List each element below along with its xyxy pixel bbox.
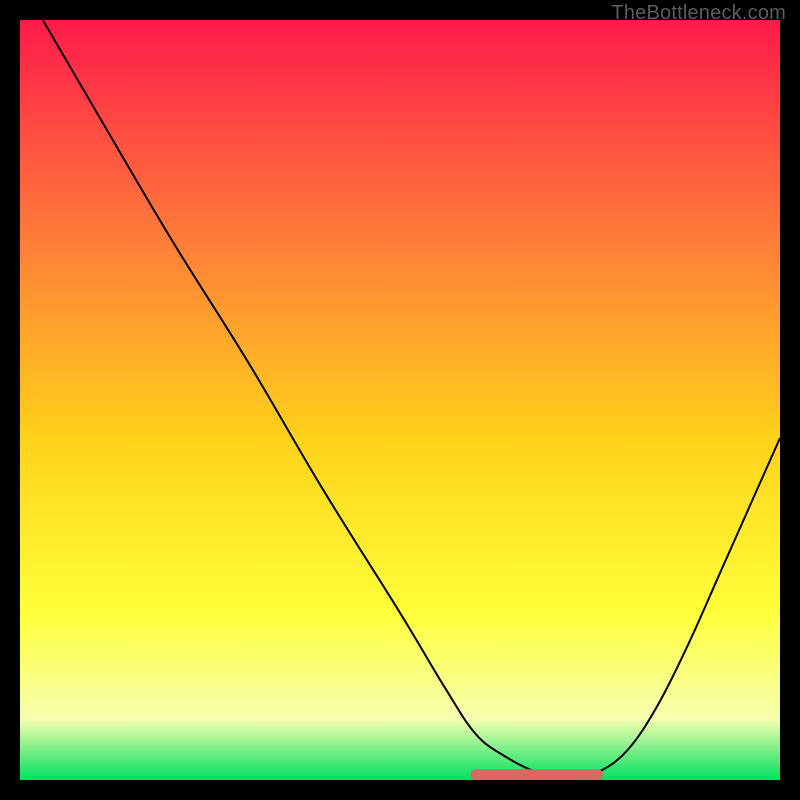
chart-frame: TheBottleneck.com	[0, 0, 800, 800]
watermark-text: TheBottleneck.com	[611, 2, 786, 25]
gradient-background	[20, 20, 780, 780]
plot-area	[20, 20, 780, 780]
chart-svg	[20, 20, 780, 780]
